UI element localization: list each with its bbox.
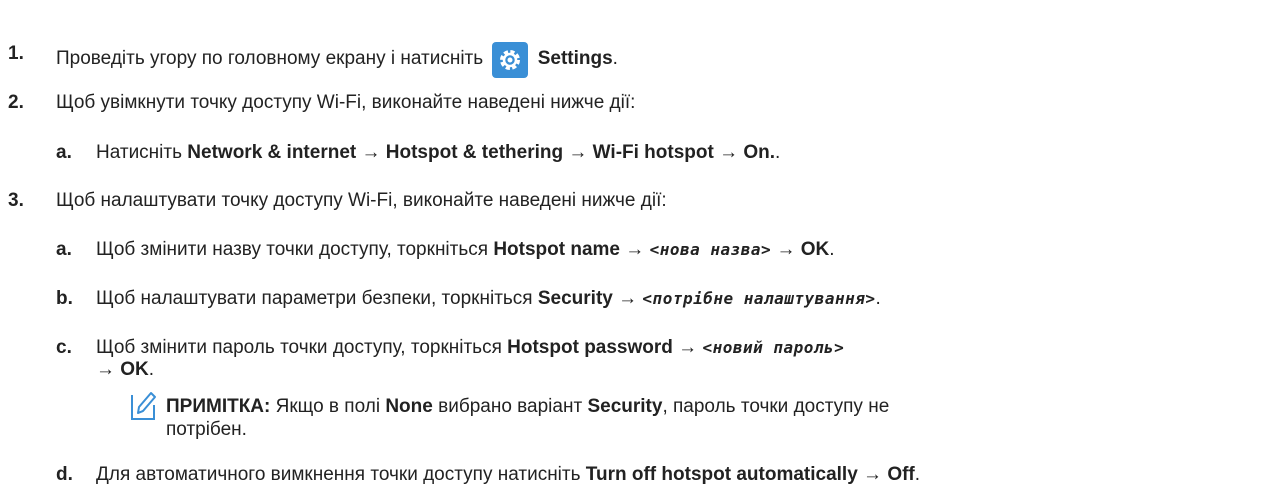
- substep-3b-text: Щоб налаштувати параметри безпеки, торкн…: [96, 287, 881, 311]
- note-text-part: , пароль точки доступу не: [662, 396, 890, 417]
- menu-path: Security →: [537, 288, 638, 309]
- step-1-text: Проведіть угору по головному екрану і на…: [56, 42, 618, 78]
- substep-letter: a.: [56, 142, 72, 163]
- step-2-number: 2.: [8, 91, 24, 115]
- step-1: 1.: [8, 42, 24, 66]
- substep-text: Щоб змінити назву точки доступу, торкніт…: [96, 239, 489, 260]
- note-text: ПРИМІТКА: Якщо в полі None вибрано варіа…: [166, 395, 889, 419]
- step-2-text: Щоб увімкнути точку доступу Wi-Fi, викон…: [56, 91, 635, 115]
- step-number: 3.: [8, 190, 24, 211]
- step-text: Щоб увімкнути точку доступу Wi-Fi, викон…: [56, 92, 636, 113]
- placeholder-value: <нова назва>: [649, 240, 772, 259]
- note-bold: None: [385, 396, 433, 417]
- punct: .: [875, 288, 881, 309]
- menu-path: Network & internet → Hotspot & tethering…: [187, 142, 776, 163]
- step-number: 2.: [8, 92, 24, 113]
- substep-text: Натисніть: [96, 142, 183, 163]
- menu-path: → OK: [96, 359, 149, 380]
- settings-gear-icon: [492, 42, 529, 78]
- substep-2a-text: Натисніть Network & internet → Hotspot &…: [96, 141, 780, 165]
- punct: .: [829, 239, 835, 260]
- note-text-part: Якщо в полі: [275, 396, 381, 417]
- punct: .: [914, 464, 921, 485]
- menu-path: Hotspot name →: [493, 239, 645, 260]
- menu-path: → OK: [776, 239, 830, 260]
- menu-path: Turn off hotspot automatically → Off: [585, 464, 915, 485]
- note-label: ПРИМІТКА:: [166, 396, 271, 417]
- punct: .: [148, 359, 155, 380]
- menu-path: Hotspot password →: [507, 337, 698, 358]
- note-text-part: потрібен.: [166, 419, 247, 440]
- step-3-text: Щоб налаштувати точку доступу Wi-Fi, вик…: [56, 189, 667, 213]
- pencil-note-icon: [131, 392, 156, 420]
- substep-3d-number: d.: [56, 463, 73, 487]
- step-text: Проведіть угору по головному екрану і на…: [56, 48, 484, 69]
- substep-3a-number: a.: [56, 238, 72, 262]
- note-bold: Security: [587, 396, 663, 417]
- substep-3b-number: b.: [56, 287, 73, 311]
- punct: .: [612, 48, 618, 69]
- substep-letter: d.: [56, 464, 73, 485]
- substep-text: Щоб змінити пароль точки доступу, торкні…: [96, 337, 502, 358]
- substep-3d-text: Для автоматичного вимкнення точки доступ…: [96, 463, 920, 487]
- substep-3c-text-cont: → OK.: [96, 358, 154, 382]
- substep-text: Для автоматичного вимкнення точки доступ…: [96, 464, 581, 485]
- step-number: 1.: [8, 43, 24, 64]
- placeholder-value: <потрібне налаштування>: [642, 289, 876, 308]
- step-text: Щоб налаштувати точку доступу Wi-Fi, вик…: [56, 190, 667, 211]
- substep-2a-number: a.: [56, 141, 72, 165]
- substep-3c-number: c.: [56, 336, 72, 360]
- note-text-cont: потрібен.: [166, 418, 247, 442]
- note-text-part: вибрано варіант: [438, 396, 583, 417]
- settings-label: Settings: [537, 48, 613, 69]
- substep-text: Щоб налаштувати параметри безпеки, торкн…: [96, 288, 533, 309]
- substep-3a-text: Щоб змінити назву точки доступу, торкніт…: [96, 238, 835, 262]
- substep-3c-text: Щоб змінити пароль точки доступу, торкні…: [96, 336, 844, 360]
- substep-letter: c.: [56, 337, 72, 358]
- substep-letter: a.: [56, 239, 72, 260]
- step-3-number: 3.: [8, 189, 24, 213]
- placeholder-value: <новий пароль>: [702, 338, 845, 357]
- punct: .: [775, 142, 781, 163]
- substep-letter: b.: [56, 288, 73, 309]
